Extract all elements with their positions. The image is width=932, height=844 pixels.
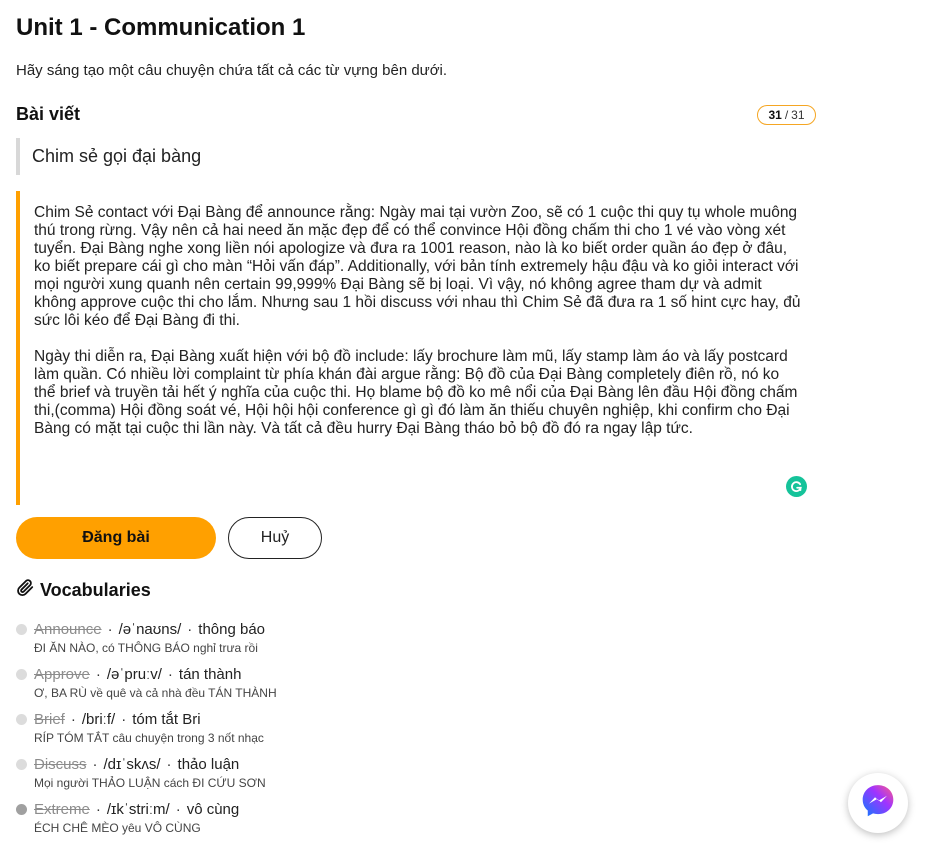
vocab-meaning: tóm tắt Bri (132, 711, 201, 728)
instruction-text: Hãy sáng tạo một câu chuyện chứa tất cả … (16, 62, 448, 79)
vocab-word[interactable]: Extreme (34, 801, 90, 818)
counter-total: 31 (791, 108, 805, 122)
separator: · (187, 621, 193, 638)
vocab-mnemonic: Mọi người THẢO LUẬN cách ĐI CỨU SƠN (34, 776, 266, 790)
vocab-ipa: /ɪkˈstriːm/ (106, 801, 170, 818)
vocab-item-approve: Approve · /əˈpruːv/ · tán thành Ơ, BA RÙ… (16, 665, 516, 710)
status-dot (16, 624, 27, 635)
vocab-meaning: tán thành (178, 666, 242, 683)
vocab-meaning: thông báo (198, 621, 266, 638)
separator: · (95, 801, 101, 818)
page: Unit 1 - Communication 1 Hãy sáng tạo mộ… (0, 0, 932, 844)
story-paragraph-1: Chim Sẻ contact với Đại Bàng để announce… (34, 204, 801, 329)
vocab-word[interactable]: Announce (34, 621, 102, 638)
vocab-ipa: /əˈpruːv/ (106, 666, 162, 683)
vocabulary-list: Announce · /əˈnaʊns/ · thông báo ĐI ĂN N… (16, 620, 516, 844)
separator: · (70, 711, 76, 728)
paperclip-icon (16, 578, 35, 602)
vocab-ipa: /əˈnaʊns/ (118, 621, 182, 638)
vocab-ipa: /dɪˈskʌs/ (103, 756, 161, 773)
post-button[interactable]: Đăng bài (16, 517, 216, 559)
status-dot (16, 759, 27, 770)
vocab-item-extreme: Extreme · /ɪkˈstriːm/ · vô cùng ÉCH CHÊ … (16, 800, 516, 844)
vocab-mnemonic: ĐI ĂN NÀO, có THÔNG BÁO nghỉ trưa rồi (34, 641, 258, 655)
post-section-label: Bài viết (16, 104, 81, 124)
separator: · (107, 621, 113, 638)
grammarly-icon[interactable] (786, 476, 807, 497)
status-dot (16, 714, 27, 725)
separator: · (166, 756, 172, 773)
counter-separator: / (784, 108, 789, 122)
cancel-button[interactable]: Huỷ (228, 517, 322, 559)
separator: · (92, 756, 98, 773)
character-counter-badge: 31 / 31 (757, 105, 816, 125)
vocab-word[interactable]: Approve (34, 666, 90, 683)
separator: · (175, 801, 181, 818)
separator: · (121, 711, 127, 728)
separator: · (95, 666, 101, 683)
vocabularies-heading: Vocabularies (16, 578, 151, 602)
story-title-input[interactable]: Chim sẻ gọi đại bàng (16, 138, 816, 175)
vocabularies-title: Vocabularies (40, 579, 151, 600)
vocab-ipa: /briːf/ (81, 711, 116, 728)
vocab-mnemonic: ÉCH CHÊ MÈO yêu VÔ CÙNG (34, 821, 201, 835)
vocab-word[interactable]: Brief (34, 711, 65, 728)
vocab-mnemonic: RÍP TÓM TẮT câu chuyện trong 3 nốt nhạc (34, 731, 264, 745)
vocab-word[interactable]: Discuss (34, 756, 87, 773)
separator: · (167, 666, 173, 683)
messenger-icon (859, 782, 897, 825)
status-dot (16, 804, 27, 815)
vocab-item-discuss: Discuss · /dɪˈskʌs/ · thảo luận Mọi ngườ… (16, 755, 516, 800)
status-dot (16, 669, 27, 680)
counter-current: 31 (768, 108, 782, 122)
vocab-item-brief: Brief · /briːf/ · tóm tắt Bri RÍP TÓM TẮ… (16, 710, 516, 755)
vocab-item-announce: Announce · /əˈnaʊns/ · thông báo ĐI ĂN N… (16, 620, 516, 665)
vocab-mnemonic: Ơ, BA RÙ về quê và cả nhà đều TÁN THÀNH (34, 686, 277, 700)
messenger-chat-button[interactable] (848, 773, 908, 833)
story-body-textarea[interactable]: Chim Sẻ contact với Đại Bàng để announce… (16, 191, 816, 505)
page-title: Unit 1 - Communication 1 (16, 14, 306, 41)
story-paragraph-2: Ngày thi diễn ra, Đại Bàng xuất hiện với… (34, 348, 798, 437)
vocab-meaning: vô cùng (186, 801, 240, 818)
vocab-meaning: thảo luận (177, 756, 240, 773)
